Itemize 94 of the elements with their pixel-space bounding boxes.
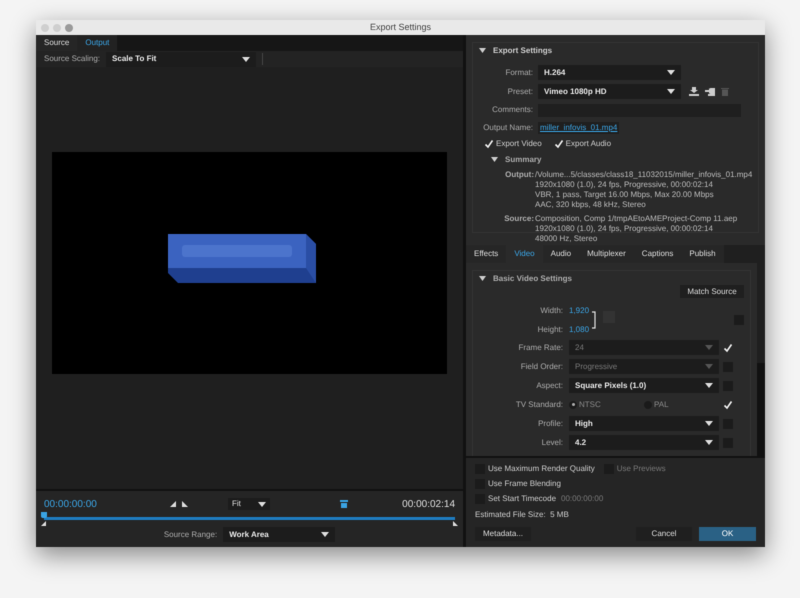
estimated-file-size: Estimated File Size: 5 MB (475, 509, 570, 521)
summary-text: /Volume...5/classes/class18_11032015/miller_infovis_01.mp4 (535, 170, 752, 180)
field-label: Field Order: (520, 360, 564, 372)
zoom-dropdown[interactable]: Fit (228, 498, 270, 510)
field-label: Width: (539, 304, 564, 316)
scaling-dropdown[interactable]: Scale To Fit (106, 52, 256, 66)
tab[interactable]: Source (36, 35, 78, 51)
zoom-button[interactable] (65, 24, 73, 32)
dropdown-caret-icon (321, 532, 330, 537)
field-label: Aspect: (535, 380, 564, 392)
timeline-track[interactable] (44, 517, 455, 520)
field-label: Output Name: (482, 122, 534, 134)
link-bracket-icon (592, 311, 596, 329)
minimize-button[interactable] (53, 24, 61, 32)
out-point-icon[interactable] (453, 521, 458, 526)
output-name-link[interactable]: miller_infovis_01.mp4 (538, 122, 620, 134)
option-label: Use Previews (616, 463, 666, 475)
dropdown-caret-icon (705, 364, 713, 369)
field-label: Level: (540, 436, 564, 448)
checkbox[interactable] (723, 400, 733, 410)
mark-out-icon[interactable] (182, 501, 188, 507)
option-label: Use Frame Blending (488, 478, 561, 490)
field-label: Height: (536, 324, 564, 336)
radio-label: NTSC (579, 398, 601, 410)
dropdown-caret-icon (705, 421, 713, 426)
dropdown-caret-icon (667, 70, 675, 75)
disclosure-triangle-icon[interactable] (479, 276, 486, 282)
section-heading: Basic Video Settings (493, 273, 572, 285)
tab[interactable]: Multiplexer (579, 245, 634, 263)
section-heading: Summary (505, 154, 542, 166)
radio-button[interactable] (569, 400, 577, 408)
field-label: TV Standard: (514, 398, 564, 410)
summary-label: Output: (504, 170, 535, 181)
playhead[interactable] (41, 512, 47, 518)
summary-text: AAC, 320 kbps, 48 kHz, Stereo (535, 200, 647, 210)
close-button[interactable] (41, 24, 49, 32)
metadata-button[interactable]: Metadata... (475, 527, 531, 541)
dropdown-caret-icon (667, 89, 675, 94)
dropdown-caret-icon (258, 502, 266, 506)
field-label: Frame Rate: (518, 342, 564, 354)
field-label: Source Scaling: (44, 53, 100, 65)
disclosure-triangle-icon[interactable] (479, 48, 486, 54)
setting-dropdown[interactable]: High (569, 416, 719, 431)
field-label: Format: (504, 66, 534, 78)
summary-text: Composition, Comp 1/tmpAEtoAMEProject-Comp 11.aep (535, 214, 738, 224)
dropdown-caret-icon (705, 440, 713, 445)
import-preset-icon[interactable] (705, 87, 715, 96)
radio-label: PAL (654, 398, 669, 410)
cancel-button[interactable]: Cancel (636, 527, 692, 541)
checkbox-label: Export Audio (566, 138, 612, 150)
dimension-value[interactable]: 1,080 (569, 324, 591, 336)
dropdown-caret-icon (705, 345, 713, 350)
tab[interactable]: Effects (466, 245, 506, 263)
dropdown-caret-icon (242, 56, 250, 62)
tab[interactable]: Video (506, 245, 543, 263)
checkbox[interactable] (554, 139, 564, 149)
timecode-value: 00:00:00:00 (561, 493, 604, 505)
end-timecode: 00:00:02:14 (402, 498, 455, 512)
checkbox[interactable] (484, 139, 494, 149)
checkbox-label: Export Video (496, 138, 542, 150)
dimension-value[interactable]: 1,920 (569, 304, 591, 316)
tab[interactable]: Audio (542, 245, 580, 263)
cue-marker-icon[interactable] (340, 500, 348, 508)
scrollbar[interactable] (757, 263, 765, 456)
in-point-icon[interactable] (41, 521, 46, 526)
current-timecode[interactable]: 00:00:00:00 (44, 496, 166, 512)
mark-in-icon[interactable] (170, 501, 176, 507)
dropdown-caret-icon (705, 383, 713, 388)
field-label: Comments: (491, 104, 534, 116)
window-title: Export Settings (370, 20, 432, 34)
summary-text: VBR, 1 pass, Target 16.00 Mbps, Max 20.00 Mbps (535, 190, 715, 200)
tab[interactable]: Output (77, 35, 118, 51)
option-label: Use Maximum Render Quality (488, 463, 595, 475)
trash-icon[interactable] (721, 87, 729, 96)
summary-text: 48000 Hz, Stereo (535, 234, 598, 244)
setting-dropdown[interactable]: 4.2 (569, 435, 719, 450)
setting-dropdown[interactable]: Square Pixels (1.0) (569, 378, 719, 393)
summary-text: 1920x1080 (1.0), 24 fps, Progressive, 00:00:02:14 (535, 180, 714, 190)
field-label: Profile: (537, 418, 564, 430)
tab[interactable]: Captions (634, 245, 682, 263)
summary-text: 1920x1080 (1.0), 24 fps, Progressive, 00:00:02:14 (535, 224, 714, 234)
save-preset-icon[interactable] (689, 87, 699, 96)
source-range-dropdown[interactable]: Work Area (223, 527, 336, 542)
section-heading: Export Settings (493, 45, 552, 57)
match-source-button[interactable]: Match Source (680, 285, 744, 298)
tab[interactable]: Publish (681, 245, 724, 263)
ok-button[interactable]: OK (699, 527, 756, 541)
disclosure-triangle-icon[interactable] (491, 157, 498, 163)
preset-dropdown[interactable]: Vimeo 1080p HD (538, 84, 681, 99)
field-label: Preset: (506, 86, 534, 98)
summary-label: Source: (503, 214, 535, 225)
format-dropdown[interactable]: H.264 (538, 65, 681, 80)
option-label: Set Start Timecode (488, 493, 556, 505)
field-label: Source Range: (164, 528, 218, 540)
